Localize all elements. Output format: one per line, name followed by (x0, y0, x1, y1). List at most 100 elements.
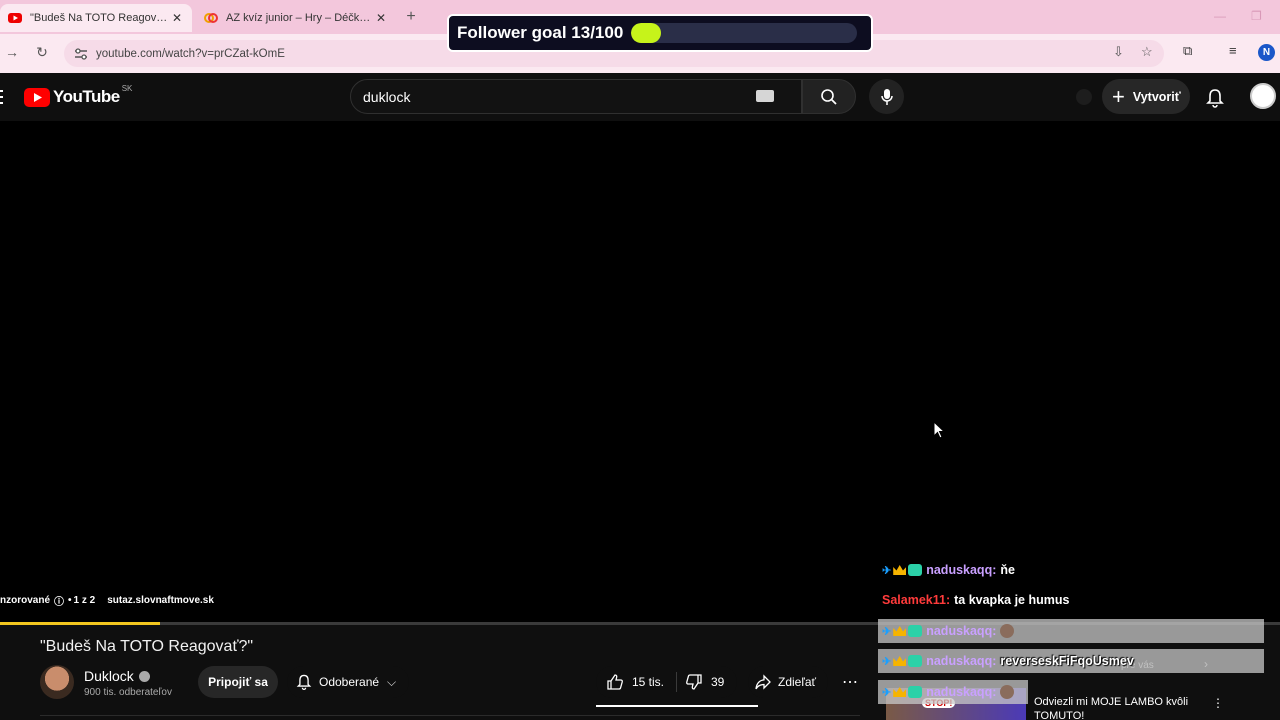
share-label: Zdieľať (778, 675, 817, 689)
reload-icon[interactable]: ↻ (32, 44, 52, 61)
share-icon (755, 674, 771, 690)
chat-message: ✈ naduskaqq: ňe (878, 558, 1015, 582)
thumbs-up-icon (607, 674, 623, 690)
chat-text: ňe (1000, 563, 1015, 577)
media-controls-icon[interactable]: ≡ (1229, 43, 1237, 58)
info-icon[interactable]: ⓘ (54, 593, 64, 608)
profile-avatar[interactable]: N (1258, 44, 1275, 61)
crown-icon (893, 626, 907, 636)
dislike-count: 39 (711, 675, 725, 689)
chat-badges: ✈ (882, 625, 924, 638)
follower-goal-bar (631, 23, 858, 43)
chat-message: Salamek11: ta kvapka je humus (878, 588, 1069, 612)
close-tab-icon[interactable]: ✕ (170, 11, 184, 25)
moderator-sword-icon: ✈ (882, 655, 892, 668)
bell-icon (296, 674, 312, 690)
chat-badges: ✈ (882, 686, 924, 699)
subscriber-badge-icon (908, 625, 923, 637)
tab-az-kviz[interactable]: AZ kvíz junior – Hry – Déčko – Č ✕ (196, 4, 396, 32)
moderator-sword-icon: ✈ (882, 564, 892, 577)
voice-search-button[interactable] (869, 79, 904, 114)
youtube-favicon-icon (8, 11, 22, 25)
forward-icon[interactable]: → (2, 44, 22, 60)
recommended-video-title[interactable]: Odviezli mi MOJE LAMBO kvôli TOMUTO! (1034, 695, 1214, 720)
follower-goal-text: Follower goal 13/100 (457, 23, 624, 42)
subscriber-badge-icon (908, 686, 923, 698)
ad-count-dot: • (68, 595, 72, 606)
chat-message: ✈ naduskaqq: reverseskFiFqoUsmev (878, 649, 1264, 673)
youtube-header: YouTube SK duklock + Vytvoriť (0, 73, 1280, 121)
ad-label: nzorované (0, 595, 51, 606)
ad-count: 1 z 2 (73, 595, 96, 606)
country-code: SK (121, 84, 133, 93)
close-tab-icon[interactable]: ✕ (374, 11, 388, 25)
minimize-icon[interactable]: — (1214, 9, 1226, 23)
like-button[interactable]: 15 tis. (596, 673, 676, 691)
microphone-icon (880, 88, 893, 105)
loading-indicator (596, 705, 758, 707)
decko-favicon-icon (204, 11, 218, 25)
cast-icon[interactable] (1076, 89, 1092, 105)
subscriber-count: 900 tis. odberateľov (84, 687, 172, 698)
share-button[interactable]: Zdieľať (748, 666, 828, 698)
thumbs-down-icon (686, 674, 702, 690)
moderator-sword-icon: ✈ (882, 686, 892, 699)
keyboard-icon[interactable] (756, 90, 774, 102)
youtube-wordmark: YouTube (53, 87, 120, 106)
ad-info-row: nzorované ⓘ • 1 z 2 sutaz.slovnaftmove.s… (0, 593, 214, 608)
ad-link[interactable]: sutaz.slovnaftmove.sk (107, 595, 214, 606)
bookmark-star-icon[interactable]: ☆ (1141, 44, 1153, 60)
chat-username: Salamek11: (882, 593, 951, 607)
chat-message: ✈ naduskaqq: (878, 619, 1264, 643)
recommended-menu-icon[interactable]: ⋮ (1212, 696, 1224, 710)
plus-icon: + (1112, 83, 1125, 109)
tab-title: AZ kvíz junior – Hry – Déčko – Č (226, 12, 374, 24)
more-actions-icon[interactable]: ⋯ (835, 666, 865, 698)
account-avatar[interactable] (1250, 83, 1276, 109)
new-tab-button[interactable]: + (402, 8, 420, 26)
youtube-play-icon (24, 87, 50, 107)
chat-badges: ✈ (882, 564, 924, 577)
install-app-icon[interactable]: ⇩ (1113, 44, 1124, 60)
emote-icon (1000, 685, 1015, 699)
join-button[interactable]: Pripojiť sa (198, 666, 278, 698)
video-title: "Budeš Na TOTO Reagovať?" (40, 638, 254, 655)
url-text: youtube.com/watch?v=prCZat-kOmE (96, 47, 285, 60)
crown-icon (893, 656, 907, 666)
restore-icon[interactable]: ❐ (1251, 9, 1262, 23)
channel-name-row[interactable]: Duklock (84, 668, 150, 684)
chat-badges: ✈ (882, 655, 924, 668)
create-button[interactable]: + Vytvoriť (1102, 79, 1190, 114)
chevron-down-icon: ⌵ (387, 674, 397, 689)
follower-goal-fill (631, 23, 661, 43)
tab-title: "Budeš Na TOTO Reagovať?" - Y (30, 12, 170, 24)
chat-message: ✈ naduskaqq: (878, 680, 1028, 704)
channel-name: Duklock (84, 668, 134, 684)
crown-icon (893, 565, 907, 575)
like-count: 15 tis. (632, 675, 665, 689)
tab-youtube[interactable]: "Budeš Na TOTO Reagovať?" - Y ✕ (0, 4, 192, 32)
subscribed-button[interactable]: Odoberané ⌵ (287, 666, 409, 698)
site-info-icon[interactable] (74, 47, 88, 60)
extensions-icon[interactable]: ⧉ (1183, 43, 1192, 59)
subscriber-badge-icon (908, 564, 923, 576)
youtube-logo[interactable]: YouTube SK (24, 84, 133, 107)
search-input[interactable]: duklock (350, 79, 802, 114)
moderator-sword-icon: ✈ (882, 625, 892, 638)
channel-avatar[interactable] (40, 665, 74, 699)
follower-goal-widget: Follower goal 13/100 (447, 14, 873, 52)
chat-username: naduskaqq: (926, 654, 997, 668)
subscriber-badge-icon (908, 655, 923, 667)
search-icon (821, 88, 837, 105)
guide-menu-icon[interactable] (0, 89, 3, 105)
search-button[interactable] (802, 79, 856, 114)
notifications-bell-icon[interactable] (1204, 87, 1226, 109)
chat-text: reverseskFiFqoUsmev (1000, 654, 1134, 668)
chat-username: naduskaqq: (926, 563, 997, 577)
like-dislike-group: 15 tis. 39 (596, 666, 737, 698)
chat-text: ta kvapka je humus (954, 593, 1070, 607)
emote-icon (1000, 624, 1015, 638)
video-player[interactable] (0, 121, 1280, 622)
chat-username: naduskaqq: (926, 685, 997, 699)
dislike-button[interactable]: 39 (676, 672, 724, 692)
